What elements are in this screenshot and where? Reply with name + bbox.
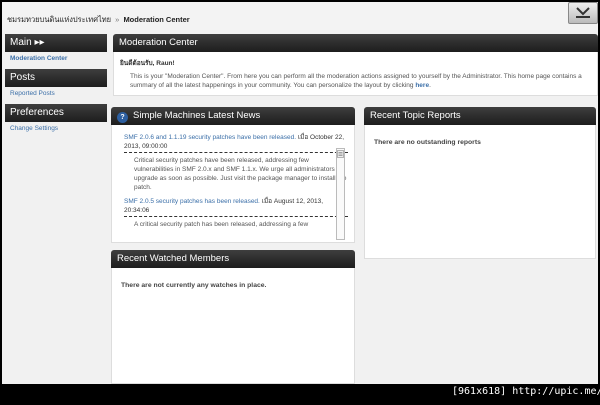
news-panel-header: ? Simple Machines Latest News	[111, 107, 355, 125]
news-list: SMF 2.0.6 and 1.1.19 security patches ha…	[111, 125, 355, 243]
page-title: Moderation Center	[113, 34, 598, 52]
sidebar-item-change-settings[interactable]: Change Settings	[5, 122, 107, 136]
greeting: ยินดีต้อนรับ, Raun!	[120, 60, 175, 67]
news-item-body: Critical security patches have been rele…	[124, 152, 348, 192]
news-item-date-prefix: เมื่อ	[261, 198, 273, 205]
breadcrumb: ชมรมทวยบนดินแห่งประเทศไทย » Moderation C…	[7, 14, 190, 26]
welcome-box: ยินดีต้อนรับ, Raun! This is your "Modera…	[113, 52, 598, 96]
welcome-description-end: .	[429, 82, 431, 89]
personalize-layout-link[interactable]: here	[415, 82, 429, 89]
breadcrumb-separator: »	[115, 15, 120, 24]
main-content: Moderation Center ยินดีต้อนรับ, Raun! Th…	[113, 34, 598, 96]
news-item-title: SMF 2.0.6 and 1.1.19 security patches ha…	[124, 133, 348, 151]
help-icon[interactable]: ?	[117, 112, 128, 123]
scroll-grip-icon	[337, 150, 344, 158]
news-item: SMF 2.0.5 security patches has been rele…	[124, 197, 348, 229]
sidebar-heading-main[interactable]: Main ▸▸	[5, 34, 107, 52]
news-panel-title: Simple Machines Latest News	[133, 110, 261, 121]
top-bar: ชมรมทวยบนดินแห่งประเทศไทย » Moderation C…	[2, 2, 598, 30]
welcome-description: This is your "Moderation Center". From h…	[130, 72, 589, 90]
breadcrumb-forum-link[interactable]: ชมรมทวยบนดินแห่งประเทศไทย	[7, 15, 111, 24]
news-item-title: SMF 2.0.5 security patches has been rele…	[124, 197, 348, 215]
watched-panel-title: Recent Watched Members	[111, 250, 355, 268]
sidebar-item-reported-posts[interactable]: Reported Posts	[5, 87, 107, 101]
news-item-link[interactable]: SMF 2.0.6 and 1.1.19 security patches ha…	[124, 134, 296, 141]
reports-panel: Recent Topic Reports There are no outsta…	[364, 107, 596, 259]
news-item-date-prefix: เมื่อ	[297, 134, 309, 141]
image-size-stamp: [961x618] http://upic.me/	[452, 386, 600, 397]
collapse-header-button[interactable]	[568, 2, 598, 24]
reports-empty-message: There are no outstanding reports	[364, 125, 596, 259]
sidebar-item-moderation-center[interactable]: Moderation Center	[5, 52, 107, 66]
collapse-arrow-icon	[576, 7, 590, 18]
breadcrumb-current[interactable]: Moderation Center	[123, 15, 189, 24]
news-item-body: A critical security patch has been relea…	[124, 216, 348, 229]
news-panel: ? Simple Machines Latest News SMF 2.0.6 a…	[111, 107, 355, 243]
watched-panel: Recent Watched Members There are not cur…	[111, 250, 355, 384]
reports-panel-title: Recent Topic Reports	[364, 107, 596, 125]
watched-empty-message: There are not currently any watches in p…	[111, 268, 355, 384]
welcome-description-text: This is your "Moderation Center". From h…	[130, 73, 582, 89]
news-item: SMF 2.0.6 and 1.1.19 security patches ha…	[124, 133, 348, 192]
sidebar-heading-preferences: Preferences	[5, 104, 107, 122]
news-scrollbar[interactable]	[336, 148, 345, 240]
news-item-link[interactable]: SMF 2.0.5 security patches has been rele…	[124, 198, 260, 205]
sidebar-heading-posts: Posts	[5, 69, 107, 87]
sidebar: Main ▸▸ Moderation Center Posts Reported…	[5, 34, 107, 136]
